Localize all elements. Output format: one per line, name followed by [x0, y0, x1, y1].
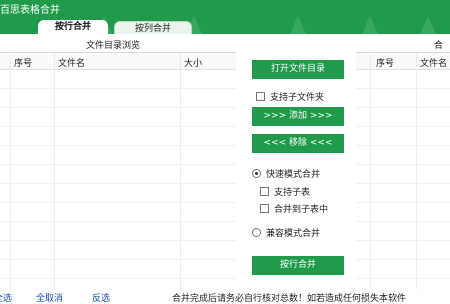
notice-text: 合并完成后请务必自行核对总数！如若造成任何损失本软件: [172, 294, 407, 304]
fast-mode-label: 快速模式合并: [266, 170, 321, 180]
tab-merge-columns[interactable]: 按列合并: [114, 21, 192, 34]
tab-merge-rows[interactable]: 按行合并: [38, 20, 108, 34]
select-all-link[interactable]: 全选: [0, 291, 12, 304]
column-filename[interactable]: 文件名: [420, 56, 447, 69]
radio-selected[interactable]: [252, 169, 261, 178]
merge-to-subsheet-checkbox[interactable]: 合并到子表中: [260, 202, 328, 215]
invert-selection-link[interactable]: 反选: [92, 291, 110, 304]
checkbox-box[interactable]: [260, 187, 269, 196]
support-subfolders-checkbox[interactable]: 支持子文件夹: [256, 90, 324, 103]
support-subfolders-label: 支持子文件夹: [270, 93, 325, 103]
fast-mode-radio[interactable]: 快速模式合并: [252, 167, 320, 180]
checkbox-box[interactable]: [256, 92, 265, 101]
open-directory-button[interactable]: 打开文件目录: [252, 60, 344, 79]
tree-decoration: [420, 16, 436, 34]
radio-unselected[interactable]: [252, 228, 261, 237]
column-index[interactable]: 序号: [376, 56, 394, 69]
deselect-all-link[interactable]: 全取消: [36, 291, 63, 304]
column-size[interactable]: 大小: [184, 56, 202, 69]
app-title: 百思表格合并: [0, 5, 60, 16]
remove-button[interactable]: <<< 移除 <<<: [252, 134, 344, 153]
app-header: 百思表格合并 按行合并 按列合并: [0, 0, 450, 34]
add-button[interactable]: >>> 添加 >>>: [252, 107, 344, 126]
tree-decoration: [362, 16, 378, 34]
tree-decoration: [290, 16, 306, 34]
merge-list-title: 合: [434, 41, 444, 51]
compat-mode-radio[interactable]: 兼容模式合并: [252, 226, 320, 239]
file-browser-title: 文件目录浏览: [86, 41, 141, 51]
support-subsheets-checkbox[interactable]: 支持子表: [260, 185, 310, 198]
column-filename[interactable]: 文件名: [58, 56, 85, 69]
checkbox-box[interactable]: [260, 204, 269, 213]
file-list-table[interactable]: 序号 文件名 大小: [0, 52, 236, 289]
merge-rows-button[interactable]: 按行合并: [252, 256, 344, 275]
merge-list-table[interactable]: 序号 文件名: [356, 52, 450, 289]
merge-to-subsheet-label: 合并到子表中: [274, 205, 329, 215]
support-subsheets-label: 支持子表: [274, 188, 311, 198]
column-index[interactable]: 序号: [14, 56, 32, 69]
compat-mode-label: 兼容模式合并: [266, 229, 321, 239]
